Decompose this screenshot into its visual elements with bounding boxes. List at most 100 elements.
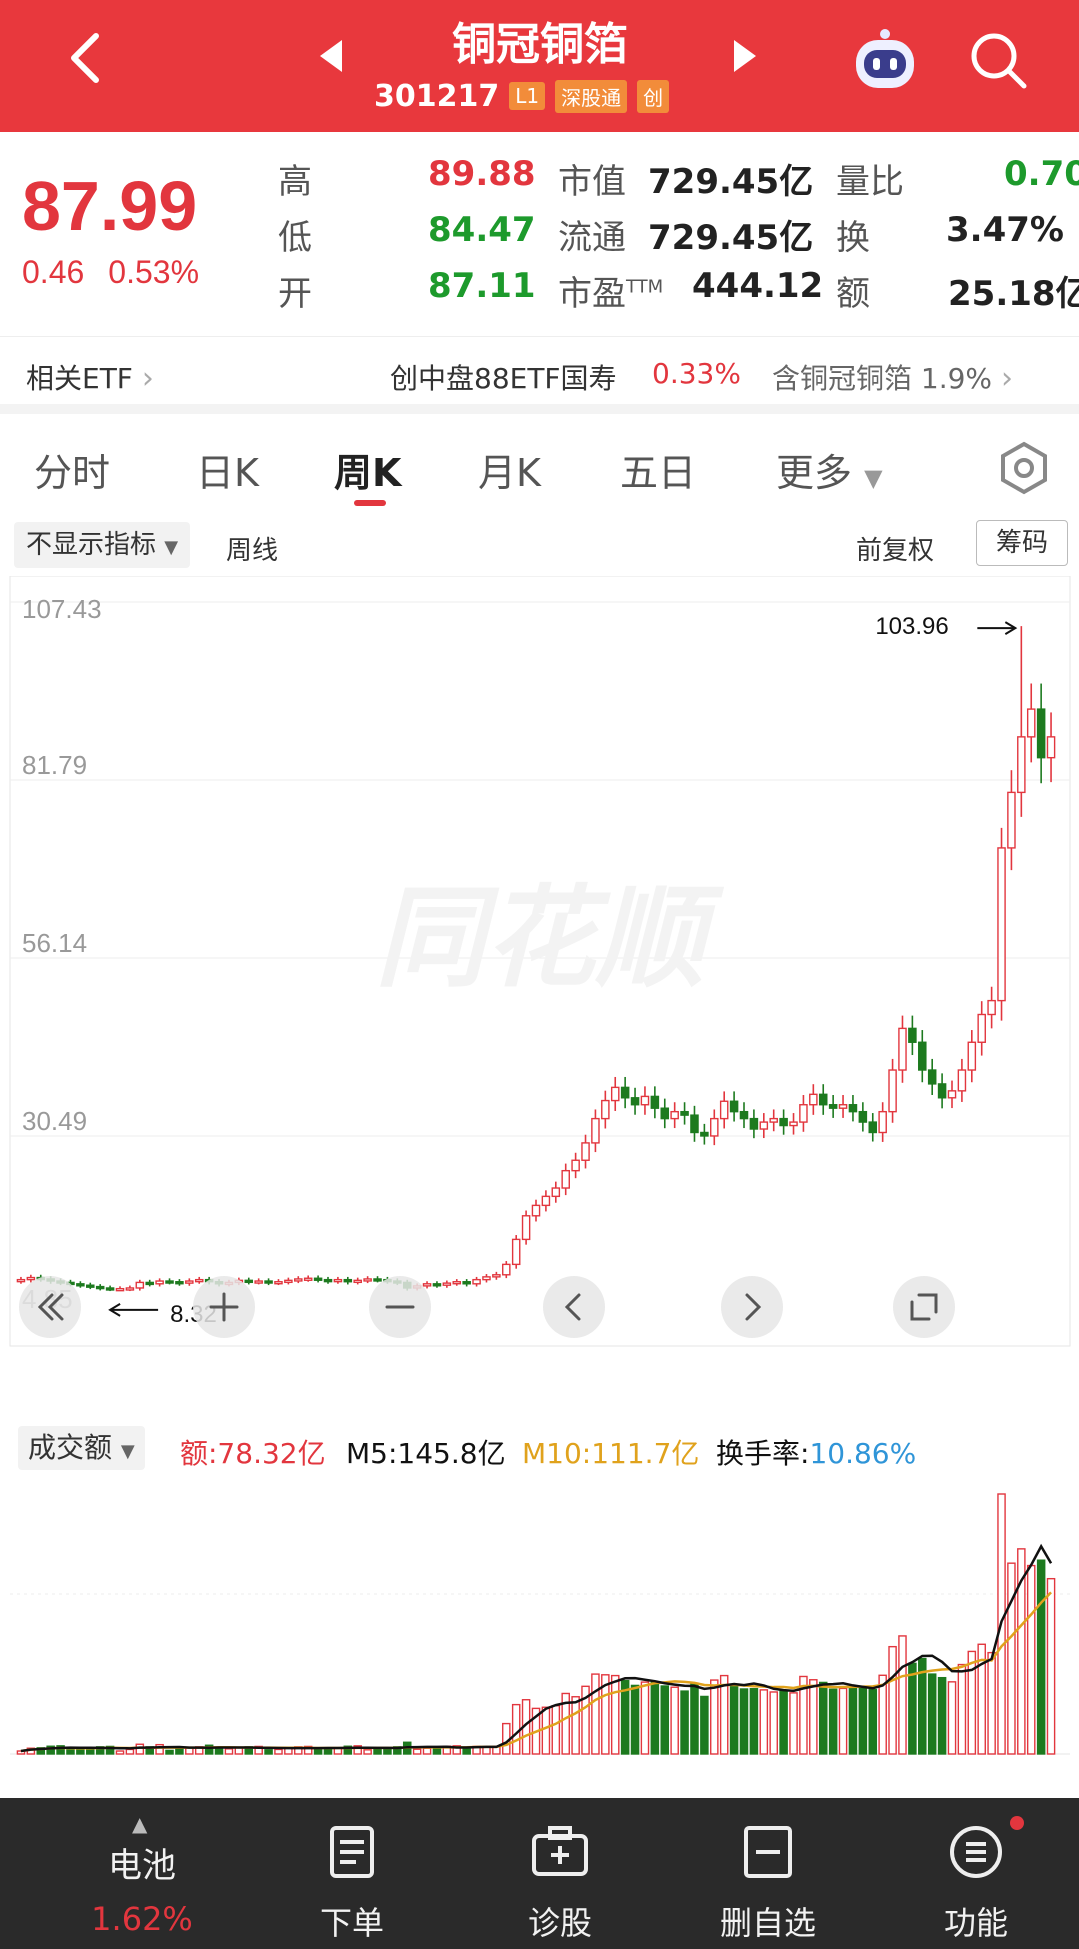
pe-ttm: TTM — [626, 276, 664, 298]
volratio-value: 0.70 — [1004, 154, 1079, 194]
volume-bar — [412, 1748, 422, 1755]
etf-label[interactable]: 相关ETF › — [26, 357, 154, 397]
volume-bar — [888, 1645, 897, 1755]
remove-watchlist-label: 删自选 — [719, 1904, 816, 1942]
volume-bar — [848, 1686, 858, 1755]
candle-body — [601, 1099, 610, 1120]
tab-intraday[interactable]: 分时 — [34, 442, 110, 497]
tab-five-day[interactable]: 五日 — [620, 442, 696, 497]
volume-bar — [591, 1673, 600, 1755]
candle-body — [155, 1280, 164, 1285]
diagnose-label: 诊股 — [527, 1904, 592, 1942]
order-tab[interactable]: 下单 — [252, 1798, 452, 1949]
candle-body — [442, 1282, 452, 1286]
tab-monthly-k[interactable]: 月K — [478, 442, 541, 497]
volume-bar — [779, 1690, 788, 1755]
etf-name[interactable]: 创中盘88ETF国寿 — [390, 357, 617, 397]
grid-lines — [10, 601, 1070, 1137]
volume-bar — [660, 1685, 670, 1755]
fullscreen-icon[interactable] — [893, 1276, 955, 1338]
etf-label-text: 相关ETF — [26, 362, 133, 395]
rewind-icon[interactable] — [19, 1276, 81, 1338]
candle-body — [828, 1104, 838, 1109]
high-label: 高 — [278, 162, 312, 202]
next-stock-icon[interactable] — [732, 38, 758, 83]
candle-body — [620, 1086, 630, 1099]
candle-body — [363, 1278, 372, 1282]
tab-daily-k[interactable]: 日K — [196, 442, 259, 497]
order-icon — [330, 1826, 374, 1878]
volume-bar — [690, 1682, 699, 1755]
float-value: 729.45亿 — [648, 218, 814, 258]
turnover-label: 换 — [836, 218, 870, 258]
chevron-right-icon: › — [141, 361, 154, 396]
bottom-bar: ▲ 电池 1.62% 下单 诊股 删自选 功能 — [0, 1798, 1079, 1949]
volume-bar — [571, 1696, 580, 1755]
mktcap-label: 市值 — [558, 162, 626, 202]
candle-body — [185, 1280, 194, 1284]
volume-turnover-value: 10.86% — [809, 1437, 917, 1470]
candle-body — [809, 1093, 818, 1106]
volume-bar — [115, 1750, 125, 1755]
stock-name: 铜冠铜箔 — [452, 19, 628, 70]
caret-down-icon: ▼ — [120, 1441, 135, 1462]
robot-assistant-icon[interactable] — [848, 26, 922, 94]
zoom-out-icon[interactable] — [369, 1276, 431, 1338]
kline-chart[interactable]: 同花顺 107.4381.7956.1430.494.85 2024-05-17… — [0, 576, 1079, 1356]
candle-body — [640, 1095, 650, 1106]
candle-body — [610, 1086, 620, 1102]
y-tick-label: 81.79 — [22, 750, 87, 780]
candle-body — [551, 1187, 561, 1198]
volume-bar — [66, 1749, 75, 1755]
related-etf-row[interactable]: 相关ETF › 创中盘88ETF国寿 0.33% 含铜冠铜箔 1.9% › — [0, 336, 1079, 414]
volume-bar — [947, 1681, 957, 1755]
volume-bar — [373, 1748, 382, 1755]
candle-body — [313, 1277, 323, 1281]
functions-tab[interactable]: 功能 — [876, 1798, 1076, 1949]
tab-more[interactable]: 更多 ▼ — [776, 442, 883, 497]
candle-body — [868, 1121, 878, 1134]
volume-bar — [789, 1692, 798, 1755]
volume-bar — [1026, 1564, 1036, 1755]
volume-indicator-dropdown[interactable]: 成交额 ▼ — [18, 1426, 145, 1470]
pan-left-icon[interactable] — [543, 1276, 605, 1338]
candle-body — [531, 1204, 541, 1217]
volume-label: 成交额 — [28, 1431, 113, 1464]
volume-bar — [769, 1691, 778, 1755]
back-icon[interactable] — [58, 22, 114, 94]
chart-toolbar: 不显示指标 ▼ 周线 前复权 筹码 — [0, 516, 1079, 576]
tab-weekly-k[interactable]: 周K — [334, 442, 401, 497]
candle-body — [521, 1215, 531, 1241]
candle-body — [303, 1277, 313, 1281]
stock-code: 301217 — [374, 78, 500, 114]
candle-body — [76, 1283, 85, 1287]
adjust-button[interactable]: 前复权 — [856, 530, 934, 567]
candle-body — [799, 1104, 808, 1123]
caret-down-icon: ▼ — [864, 464, 883, 492]
candle-body — [492, 1274, 501, 1278]
volume-bar — [967, 1650, 977, 1755]
candle-body — [95, 1285, 105, 1290]
battery-tab[interactable]: ▲ 电池 1.62% — [20, 1798, 220, 1949]
volume-bar — [313, 1749, 323, 1755]
search-icon[interactable] — [966, 28, 1030, 92]
pan-right-icon[interactable] — [721, 1276, 783, 1338]
etf-contain[interactable]: 含铜冠铜箔 1.9% › — [772, 357, 1013, 397]
zoom-in-icon[interactable] — [193, 1276, 255, 1338]
remove-watchlist-tab[interactable]: 删自选 — [668, 1798, 868, 1949]
candle-body — [967, 1041, 977, 1071]
caret-down-icon: ▼ — [164, 537, 179, 558]
candle-body — [1036, 708, 1046, 759]
volume-m5: M5:145.8亿 — [346, 1437, 506, 1470]
candle-body — [561, 1169, 570, 1189]
caret-up-icon: ▲ — [132, 1812, 148, 1836]
candle-body — [660, 1107, 670, 1120]
turnover-value: 3.47% — [946, 210, 1064, 250]
chart-settings-icon[interactable] — [996, 440, 1052, 496]
etf-contain-text: 含铜冠铜箔 1.9% — [772, 362, 993, 395]
candle-body — [888, 1069, 897, 1113]
prev-stock-icon[interactable] — [318, 38, 344, 83]
diagnose-tab[interactable]: 诊股 — [460, 1798, 660, 1949]
chips-button[interactable]: 筹码 — [976, 520, 1068, 566]
indicator-dropdown[interactable]: 不显示指标 ▼ — [14, 522, 191, 568]
